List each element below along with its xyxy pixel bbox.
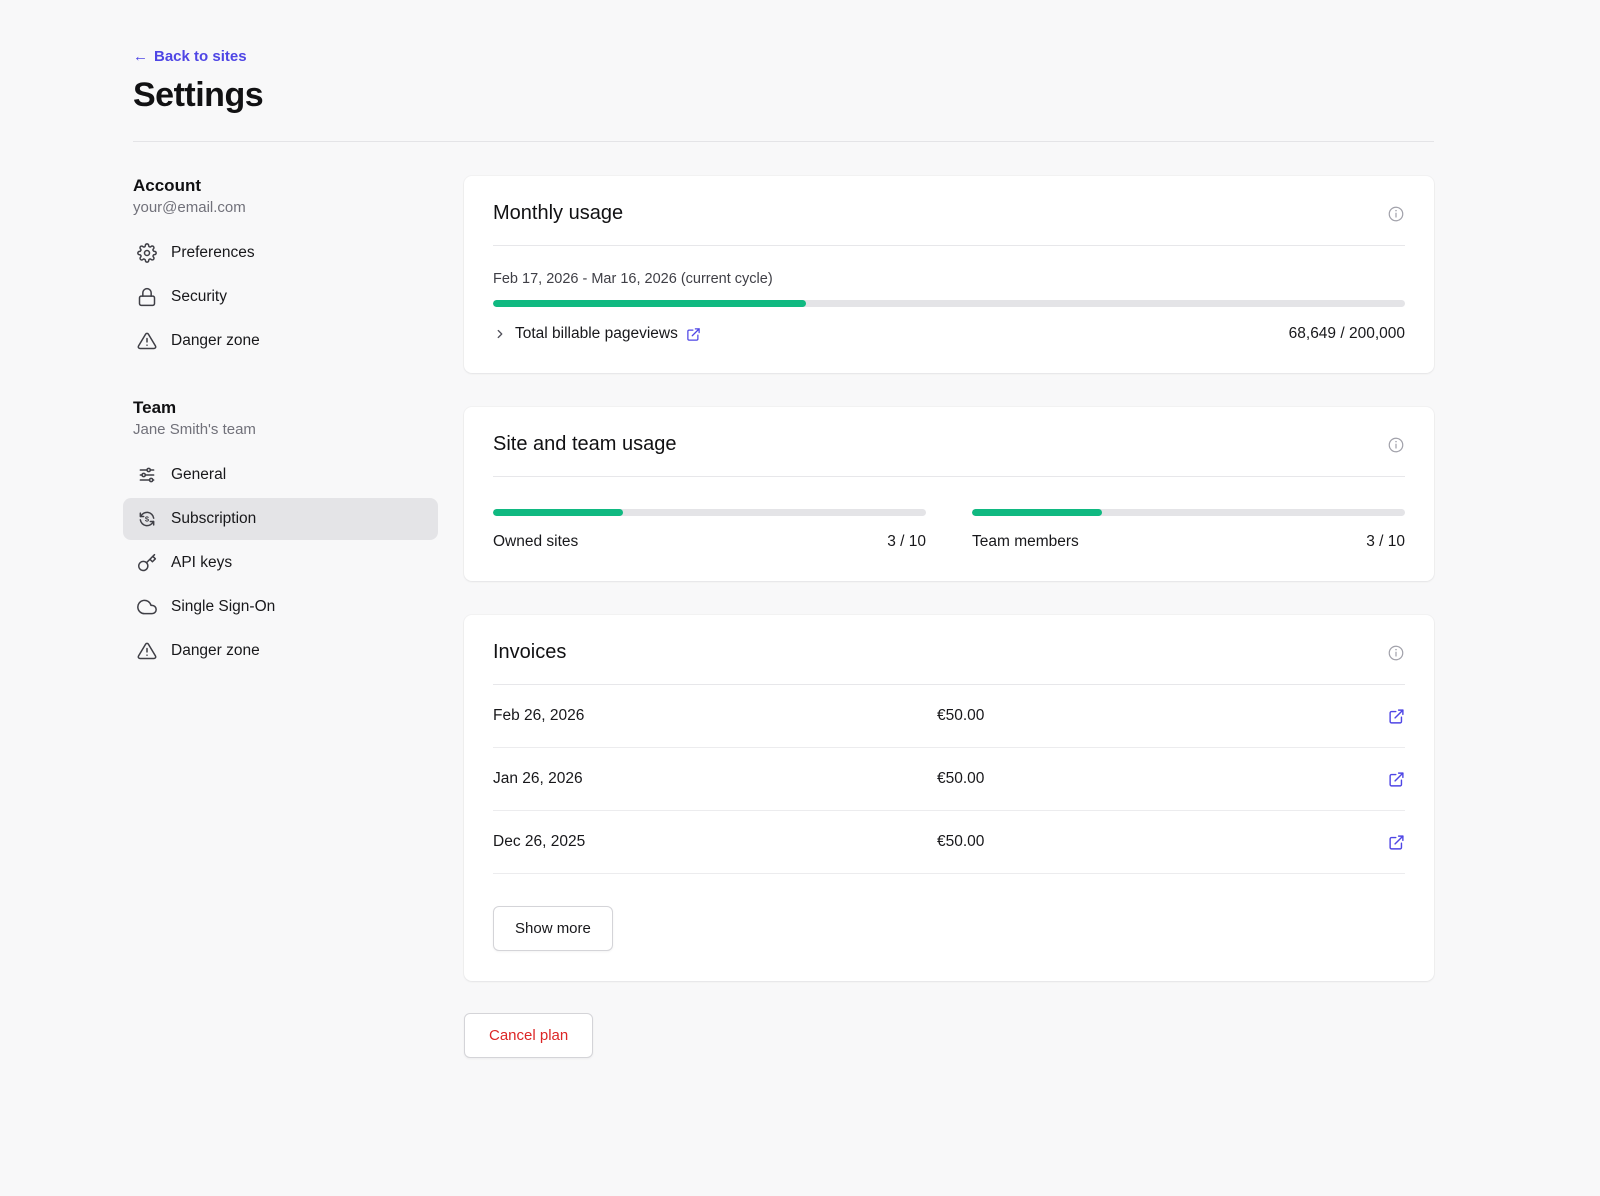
sidebar-item-preferences[interactable]: Preferences [123,232,438,274]
sidebar-item-single-sign-on[interactable]: Single Sign-On [123,586,438,628]
info-icon[interactable] [1387,644,1405,662]
gear-icon [137,243,157,263]
sidebar-item-label: General [171,466,226,484]
invoices-title: Invoices [493,641,566,664]
account-heading: Account [133,176,438,196]
sidebar-item-account-danger-zone[interactable]: Danger zone [123,320,438,362]
external-link-icon[interactable] [686,327,701,342]
sidebar-item-label: Danger zone [171,332,260,350]
card-divider [493,245,1405,246]
owned-sites-meter: Owned sites 3 / 10 [493,509,926,551]
sliders-icon [137,465,157,485]
monthly-usage-card: Monthly usage Feb 17, 2026 - Mar 16, 202… [464,176,1434,373]
invoices-card: Invoices Feb 26, 2026 €50.00 Jan 26, 202… [464,615,1434,981]
card-divider [493,476,1405,477]
account-email: your@email.com [133,199,438,216]
team-members-progress-bar [972,509,1405,516]
back-link-label: Back to sites [154,48,247,65]
team-members-progress-fill [972,509,1102,516]
invoice-amount: €50.00 [937,707,1381,725]
sidebar-item-label: Security [171,288,227,306]
pageviews-progress-fill [493,300,806,307]
settings-page: ← Back to sites Settings Account your@em… [0,0,1600,1196]
account-section: Account your@email.com Preferences Secur… [133,176,438,362]
header-divider [133,141,1434,142]
sidebar-item-label: Preferences [171,244,255,262]
sidebar-item-label: Danger zone [171,642,260,660]
monthly-usage-title: Monthly usage [493,202,623,225]
svg-text:$: $ [145,515,150,524]
owned-sites-label: Owned sites [493,533,578,551]
settings-sidebar: Account your@email.com Preferences Secur… [133,176,438,1058]
owned-sites-progress-fill [493,509,623,516]
billing-cycle-text: Feb 17, 2026 - Mar 16, 2026 (current cyc… [493,271,1405,287]
owned-sites-value: 3 / 10 [887,533,926,551]
owned-sites-progress-bar [493,509,926,516]
sidebar-item-label: Subscription [171,510,256,528]
invoice-date: Feb 26, 2026 [493,707,937,725]
invoice-row: Dec 26, 2025 €50.00 [493,811,1405,874]
sidebar-item-label: Single Sign-On [171,598,275,616]
warning-icon [137,331,157,351]
settings-main: Monthly usage Feb 17, 2026 - Mar 16, 202… [464,176,1434,1058]
page-title: Settings [133,76,1434,115]
sidebar-item-security[interactable]: Security [123,276,438,318]
back-arrow-icon: ← [133,48,148,65]
team-members-value: 3 / 10 [1366,533,1405,551]
total-billable-pageviews-toggle[interactable]: Total billable pageviews [493,325,701,343]
invoice-external-link-icon[interactable] [1388,771,1405,788]
warning-icon [137,641,157,661]
invoice-row: Feb 26, 2026 €50.00 [493,685,1405,748]
sidebar-item-api-keys[interactable]: API keys [123,542,438,584]
lock-icon [137,287,157,307]
sidebar-item-general[interactable]: General [123,454,438,496]
invoice-date: Dec 26, 2025 [493,833,937,851]
back-to-sites-link[interactable]: ← Back to sites [133,48,247,65]
sidebar-item-subscription[interactable]: $ Subscription [123,498,438,540]
invoice-date: Jan 26, 2026 [493,770,937,788]
invoice-external-link-icon[interactable] [1388,708,1405,725]
key-icon [137,553,157,573]
pageviews-progress-bar [493,300,1405,307]
sidebar-item-team-danger-zone[interactable]: Danger zone [123,630,438,672]
team-heading: Team [133,398,438,418]
invoice-external-link-icon[interactable] [1388,834,1405,851]
team-section: Team Jane Smith's team General $ Subscri… [133,398,438,672]
team-members-meter: Team members 3 / 10 [972,509,1405,551]
cloud-icon [137,597,157,617]
site-team-usage-card: Site and team usage Owned sites 3 / 10 [464,407,1434,581]
site-team-usage-title: Site and team usage [493,433,676,456]
team-name: Jane Smith's team [133,421,438,438]
pageviews-label: Total billable pageviews [515,325,678,343]
invoice-amount: €50.00 [937,770,1381,788]
show-more-button[interactable]: Show more [493,906,613,951]
info-icon[interactable] [1387,205,1405,223]
invoice-amount: €50.00 [937,833,1381,851]
pageviews-value: 68,649 / 200,000 [1289,325,1405,343]
currency-circulation-icon: $ [137,509,157,529]
chevron-right-icon [493,327,507,341]
team-members-label: Team members [972,533,1079,551]
invoice-row: Jan 26, 2026 €50.00 [493,748,1405,811]
sidebar-item-label: API keys [171,554,232,572]
info-icon[interactable] [1387,436,1405,454]
cancel-plan-button[interactable]: Cancel plan [464,1013,593,1058]
